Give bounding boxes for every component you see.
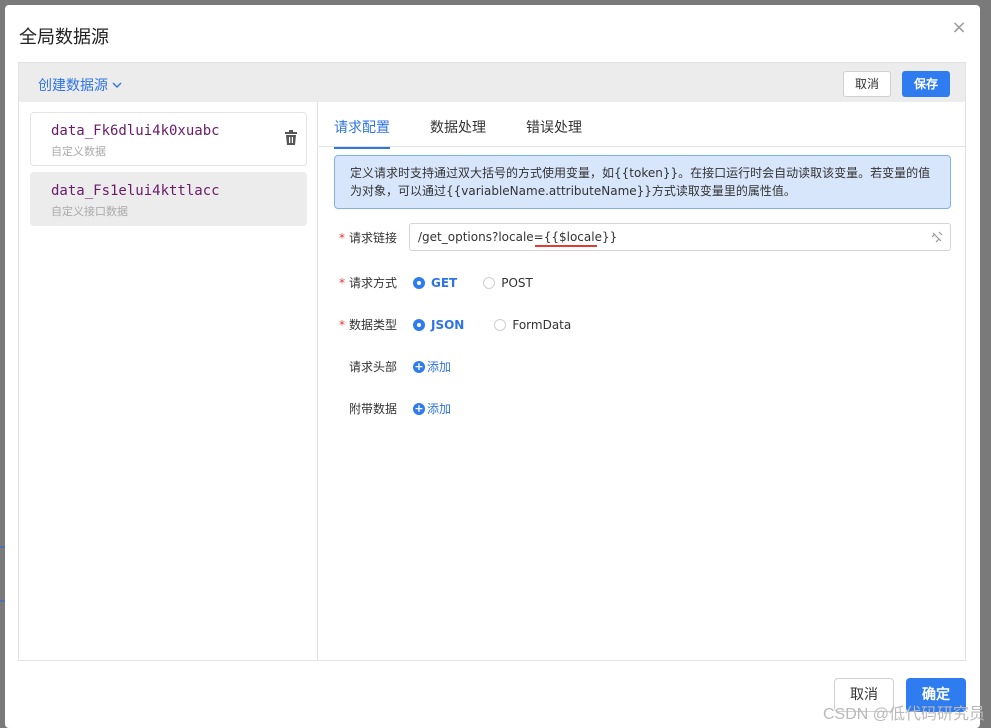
radio-label: POST bbox=[501, 275, 533, 290]
url-label: * 请求链接 bbox=[339, 231, 398, 245]
toolbar-cancel-button[interactable]: 取消 bbox=[843, 71, 891, 97]
radio-label: FormData bbox=[512, 317, 572, 332]
extra-data-row: 附带数据 + 添加 bbox=[339, 400, 451, 417]
add-header-button[interactable]: + 添加 bbox=[413, 358, 451, 375]
close-icon[interactable]: × bbox=[950, 19, 968, 37]
chevron-down-icon bbox=[112, 82, 122, 88]
watermark: CSDN @低代码研究员 bbox=[822, 706, 985, 723]
add-extra-data-button[interactable]: + 添加 bbox=[413, 400, 451, 417]
plus-circle-icon: + bbox=[413, 401, 425, 415]
radio-label: JSON bbox=[431, 317, 465, 332]
request-url-input[interactable] bbox=[409, 223, 951, 251]
config-tabs: 请求配置 数据处理 错误处理 bbox=[334, 117, 582, 149]
method-get-radio[interactable]: GET bbox=[413, 276, 457, 290]
radio-dot bbox=[413, 318, 425, 331]
method-label: * 请求方式 bbox=[339, 276, 398, 290]
headers-label: 请求头部 bbox=[349, 360, 398, 374]
tab-request-config[interactable]: 请求配置 bbox=[334, 117, 390, 149]
radio-dot bbox=[494, 318, 507, 331]
extra-data-label: 附带数据 bbox=[349, 402, 398, 416]
toolbar-save-button[interactable]: 保存 bbox=[902, 71, 950, 97]
datasource-name: data_Fs1elui4kttlacc bbox=[51, 183, 220, 199]
url-row: * 请求链接 bbox=[339, 229, 409, 246]
add-label: 添加 bbox=[427, 360, 452, 374]
datasource-list: data_Fk6dlui4k0xuabc 自定义数据 data_Fs1elui4… bbox=[19, 102, 318, 661]
datasource-type: 自定义接口数据 bbox=[51, 205, 128, 218]
method-row: * 请求方式 GET POST bbox=[339, 274, 533, 291]
datasource-toolbar: 创建数据源 取消 保存 bbox=[18, 62, 966, 102]
variable-notice: 定义请求时支持通过双大括号的方式使用变量，如{{token}}。在接口运行时会自… bbox=[334, 155, 951, 209]
datatype-row: * 数据类型 JSON FormData bbox=[339, 316, 571, 333]
trash-icon[interactable] bbox=[284, 130, 298, 146]
tabs-divider bbox=[319, 146, 965, 147]
variable-off-icon[interactable] bbox=[930, 230, 944, 244]
radio-label: GET bbox=[431, 275, 458, 290]
datasource-name: data_Fk6dlui4k0xuabc bbox=[51, 123, 220, 139]
datasource-item[interactable]: data_Fs1elui4kttlacc 自定义接口数据 bbox=[30, 172, 307, 226]
headers-row: 请求头部 + 添加 bbox=[339, 358, 451, 375]
create-datasource-label: 创建数据源 bbox=[38, 78, 108, 94]
datatype-label: * 数据类型 bbox=[339, 318, 398, 332]
datatype-json-radio[interactable]: JSON bbox=[413, 318, 464, 332]
plus-circle-icon: + bbox=[413, 359, 425, 373]
create-datasource-dropdown[interactable]: 创建数据源 bbox=[38, 75, 123, 95]
modal-title: 全局数据源 bbox=[19, 27, 109, 48]
tab-data-processing[interactable]: 数据处理 bbox=[430, 117, 486, 147]
highlight-underline bbox=[535, 245, 597, 247]
add-label: 添加 bbox=[427, 402, 452, 416]
datatype-radio-group: JSON FormData bbox=[413, 318, 571, 332]
datatype-formdata-radio[interactable]: FormData bbox=[494, 318, 571, 332]
global-datasource-modal: 全局数据源 × 创建数据源 取消 保存 data_Fk6dlui4k0xuabc… bbox=[5, 5, 980, 728]
method-radio-group: GET POST bbox=[413, 276, 533, 290]
method-post-radio[interactable]: POST bbox=[483, 276, 533, 290]
tab-error-handling[interactable]: 错误处理 bbox=[526, 117, 582, 147]
radio-dot bbox=[413, 276, 425, 289]
datasource-panel: data_Fk6dlui4k0xuabc 自定义数据 data_Fs1elui4… bbox=[18, 102, 966, 661]
radio-dot bbox=[483, 276, 496, 289]
datasource-type: 自定义数据 bbox=[51, 145, 106, 158]
datasource-item[interactable]: data_Fk6dlui4k0xuabc 自定义数据 bbox=[30, 112, 307, 166]
datasource-config: 请求配置 数据处理 错误处理 定义请求时支持通过双大括号的方式使用变量，如{{t… bbox=[319, 102, 965, 661]
